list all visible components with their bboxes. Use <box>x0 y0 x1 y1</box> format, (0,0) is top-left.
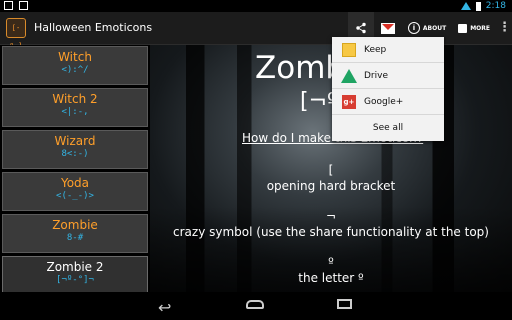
list-item-selected[interactable]: Zombie 2 [¬º-°]¬ <box>2 256 148 295</box>
share-menu-item-label: Drive <box>364 70 388 81</box>
more-button[interactable]: MORE <box>452 12 496 44</box>
character-symbol: ¬ <box>325 209 337 223</box>
recent-apps-icon[interactable] <box>334 298 356 312</box>
character-entry: ¬ crazy symbol (use the share functional… <box>150 209 512 239</box>
list-item[interactable]: Zombie 8-# <box>2 214 148 253</box>
navigation-bar <box>0 292 512 320</box>
battery-icon <box>475 1 481 11</box>
screenshot-icon <box>4 1 13 10</box>
list-item-emoticon: [¬º-°]¬ <box>56 275 94 285</box>
shopping-bag-icon <box>458 23 468 33</box>
share-menu-item-label: Keep <box>364 44 387 55</box>
keep-icon <box>342 42 356 57</box>
list-item-emoticon: <(-_-)> <box>56 191 94 201</box>
list-item-name: Zombie <box>52 218 98 232</box>
about-label: ABOUT <box>422 24 447 32</box>
home-icon[interactable] <box>245 298 267 312</box>
overflow-menu-icon: ⋮ <box>498 20 511 35</box>
share-menu-item-keep[interactable]: Keep <box>332 37 444 63</box>
list-item-name: Yoda <box>60 176 90 190</box>
app-title: Halloween Emoticons <box>34 21 153 34</box>
share-menu: Keep Drive g+ Google+ See all <box>332 37 444 141</box>
wifi-icon <box>460 2 471 10</box>
list-item-name: Zombie 2 <box>46 260 104 274</box>
share-menu-see-all[interactable]: See all <box>332 115 444 141</box>
character-symbol: [ <box>328 163 334 177</box>
list-item-name: Wizard <box>54 134 96 148</box>
character-entry: [ opening hard bracket <box>150 163 512 193</box>
status-bar: 2:18 <box>0 0 512 12</box>
emoticon-detail: Zombie [¬º-°]¬ How do I make this Emotic… <box>150 45 512 293</box>
back-icon[interactable] <box>158 298 180 312</box>
character-description: the letter º <box>298 271 364 285</box>
character-entry: º the letter º <box>150 255 512 285</box>
more-label: MORE <box>470 24 490 32</box>
list-item[interactable]: Witch 2 <|:-, <box>2 88 148 127</box>
list-item-emoticon: 8-# <box>66 233 84 243</box>
share-menu-item-google-plus[interactable]: g+ Google+ <box>332 89 444 115</box>
share-menu-item-label: Google+ <box>364 96 404 107</box>
character-description: opening hard bracket <box>266 179 396 193</box>
status-time: 2:18 <box>485 1 506 11</box>
drive-icon <box>341 68 357 83</box>
character-symbol: º <box>328 255 334 269</box>
list-item-name: Witch <box>58 50 92 64</box>
list-item-emoticon: <):^/ <box>61 65 89 75</box>
share-menu-item-drive[interactable]: Drive <box>332 63 444 89</box>
list-item-emoticon: 8<:-) <box>61 149 89 159</box>
share-icon <box>356 22 366 34</box>
emoticon-list: Witch <):^/ Witch 2 <|:-, Wizard 8<:-) Y… <box>0 45 150 295</box>
android-debug-icon <box>19 1 28 10</box>
see-all-label: See all <box>372 123 404 133</box>
gmail-icon <box>380 22 395 34</box>
list-item-name: Witch 2 <box>52 92 98 106</box>
character-description: crazy symbol (use the share functionalit… <box>173 225 489 239</box>
list-item[interactable]: Witch <):^/ <box>2 46 148 85</box>
overflow-menu-button[interactable]: ⋮ <box>496 12 512 44</box>
google-plus-icon: g+ <box>342 94 356 109</box>
list-item[interactable]: Wizard 8<:-) <box>2 130 148 169</box>
app-icon[interactable]: [-º-] <box>6 18 26 50</box>
list-item[interactable]: Yoda <(-_-)> <box>2 172 148 211</box>
list-item-emoticon: <|:-, <box>61 107 89 117</box>
info-icon: i <box>407 22 420 34</box>
